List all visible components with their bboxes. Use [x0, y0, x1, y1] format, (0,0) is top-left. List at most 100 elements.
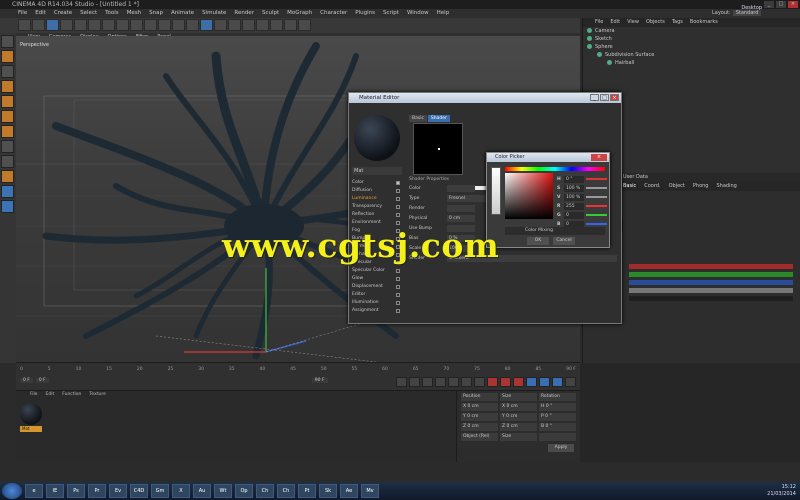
channel-checkbox[interactable]	[396, 269, 400, 273]
coordinate-field[interactable]: Z 0 cm	[500, 423, 537, 431]
next-key-icon[interactable]	[461, 377, 472, 387]
property-value[interactable]	[447, 205, 475, 212]
model-mode-icon[interactable]	[1, 50, 14, 63]
channel-checkbox[interactable]	[396, 205, 400, 209]
me-maximize-button[interactable]: □	[600, 94, 609, 101]
channel-checkbox[interactable]	[396, 301, 400, 305]
menu-sculpt[interactable]: Sculpt	[262, 9, 279, 18]
menu-window[interactable]: Window	[407, 9, 429, 18]
menu-edit[interactable]: Edit	[35, 9, 46, 18]
material-menu-function[interactable]: Function	[62, 391, 81, 399]
menu-snap[interactable]: Snap	[149, 9, 163, 18]
coordinate-field[interactable]: Rotation	[539, 393, 576, 401]
channel-checkbox[interactable]	[396, 189, 400, 193]
previous-key-icon[interactable]	[409, 377, 420, 387]
render-view-icon[interactable]	[158, 19, 171, 31]
color-slider[interactable]	[586, 205, 607, 207]
x-axis-icon[interactable]	[102, 19, 115, 31]
menu-character[interactable]: Character	[320, 9, 347, 18]
me-close-button[interactable]: ×	[610, 94, 619, 101]
channel-displacement[interactable]: Displacement	[352, 283, 402, 291]
coordinate-field[interactable]: X 0 cm	[500, 403, 537, 411]
color-slider[interactable]	[586, 187, 607, 189]
object-row[interactable]: Sketch	[583, 35, 800, 43]
coordinate-field[interactable]: Size	[500, 393, 537, 401]
channel-diffusion[interactable]: Diffusion	[352, 187, 402, 195]
rotate-icon[interactable]	[88, 19, 101, 31]
channel-color[interactable]: Color	[352, 179, 402, 187]
desktop-toolbar-label[interactable]: Desktop	[741, 5, 762, 11]
tweak-mode-icon[interactable]	[1, 155, 14, 168]
menu-render[interactable]: Render	[234, 9, 254, 18]
camera-icon[interactable]	[284, 19, 297, 31]
menu-file[interactable]: File	[18, 9, 27, 18]
menu-tools[interactable]: Tools	[105, 9, 119, 18]
hue-bar[interactable]	[505, 167, 605, 171]
go-to-end-icon[interactable]	[474, 377, 485, 387]
taskbar-app-x[interactable]: X	[172, 484, 190, 498]
rotation-key-icon[interactable]	[552, 377, 563, 387]
workplane-icon[interactable]	[1, 80, 14, 93]
pen-icon[interactable]	[214, 19, 227, 31]
red-slider[interactable]	[629, 264, 793, 269]
taskbar-app-wt[interactable]: Wt	[214, 484, 232, 498]
channel-checkbox[interactable]	[396, 213, 400, 217]
autokey-icon[interactable]	[500, 377, 511, 387]
object-row[interactable]: Camera	[583, 27, 800, 35]
color-value-field[interactable]: 0	[564, 211, 584, 219]
object-row[interactable]: Sphere	[583, 43, 800, 51]
green-slider[interactable]	[629, 272, 793, 277]
snapping-icon[interactable]	[1, 170, 14, 183]
y-axis-icon[interactable]	[116, 19, 129, 31]
keyframe-selection-icon[interactable]	[513, 377, 524, 387]
attr-tab-coord[interactable]: Coord.	[644, 181, 660, 191]
material-menu-file[interactable]: File	[30, 391, 38, 399]
render-picture-viewer-icon[interactable]	[172, 19, 185, 31]
world-coords-icon[interactable]	[144, 19, 157, 31]
color-value-field[interactable]: 100 %	[564, 184, 584, 192]
taskbar-app-ch[interactable]: Ch	[277, 484, 295, 498]
coordinate-field[interactable]: Y 0 cm	[461, 413, 498, 421]
object-row[interactable]: Subdivision Surface	[583, 51, 800, 59]
me-minimize-button[interactable]: _	[590, 94, 599, 101]
coordinate-field[interactable]: Y 0 cm	[500, 413, 537, 421]
channel-checkbox[interactable]	[396, 309, 400, 313]
taskbar-app-e[interactable]: e	[25, 484, 43, 498]
edges-mode-icon[interactable]	[1, 110, 14, 123]
channel-assignment[interactable]: Assignment	[352, 307, 402, 315]
color-value-field[interactable]: 255	[564, 202, 584, 210]
coordinate-field[interactable]	[539, 433, 576, 441]
menu-plugins[interactable]: Plugins	[355, 9, 375, 18]
next-frame-icon[interactable]	[448, 377, 459, 387]
scale-key-icon[interactable]	[539, 377, 550, 387]
lock-workplane-icon[interactable]	[1, 200, 14, 213]
points-mode-icon[interactable]	[1, 95, 14, 108]
taskbar-app-gm[interactable]: Gm	[151, 484, 169, 498]
attr-tab-phong[interactable]: Phong	[693, 181, 709, 191]
channel-specular-color[interactable]: Specular Color	[352, 267, 402, 275]
coordinate-field[interactable]: Z 0 cm	[461, 423, 498, 431]
system-clock[interactable]: 15:12 21/03/2014	[767, 484, 796, 498]
color-swatch-strip[interactable]	[491, 167, 501, 215]
z-axis-icon[interactable]	[130, 19, 143, 31]
color-value-field[interactable]: 100 %	[564, 193, 584, 201]
previous-frame-icon[interactable]	[422, 377, 433, 387]
attr-tab-shading[interactable]: Shading	[716, 181, 736, 191]
color-slider[interactable]	[586, 223, 607, 225]
color-picker-close-button[interactable]: ×	[591, 154, 607, 161]
material-label[interactable]: Mat	[20, 426, 42, 432]
menu-script[interactable]: Script	[383, 9, 399, 18]
material-name-field[interactable]: Mat	[352, 167, 402, 175]
param-key-icon[interactable]	[565, 377, 576, 387]
close-button[interactable]: ×	[788, 1, 798, 8]
me-tab-shader[interactable]: Shader	[427, 115, 450, 122]
color-slider[interactable]	[586, 178, 607, 180]
sculpt-icon[interactable]	[1, 185, 14, 198]
menu-animate[interactable]: Animate	[171, 9, 194, 18]
taskbar-app-ie[interactable]: IE	[46, 484, 64, 498]
start-button[interactable]	[2, 483, 22, 499]
attr-tab-object[interactable]: Object	[669, 181, 685, 191]
channel-glow[interactable]: Glow	[352, 275, 402, 283]
coordinate-field[interactable]: H 0 °	[539, 403, 576, 411]
taskbar-app-pr[interactable]: Pr	[88, 484, 106, 498]
